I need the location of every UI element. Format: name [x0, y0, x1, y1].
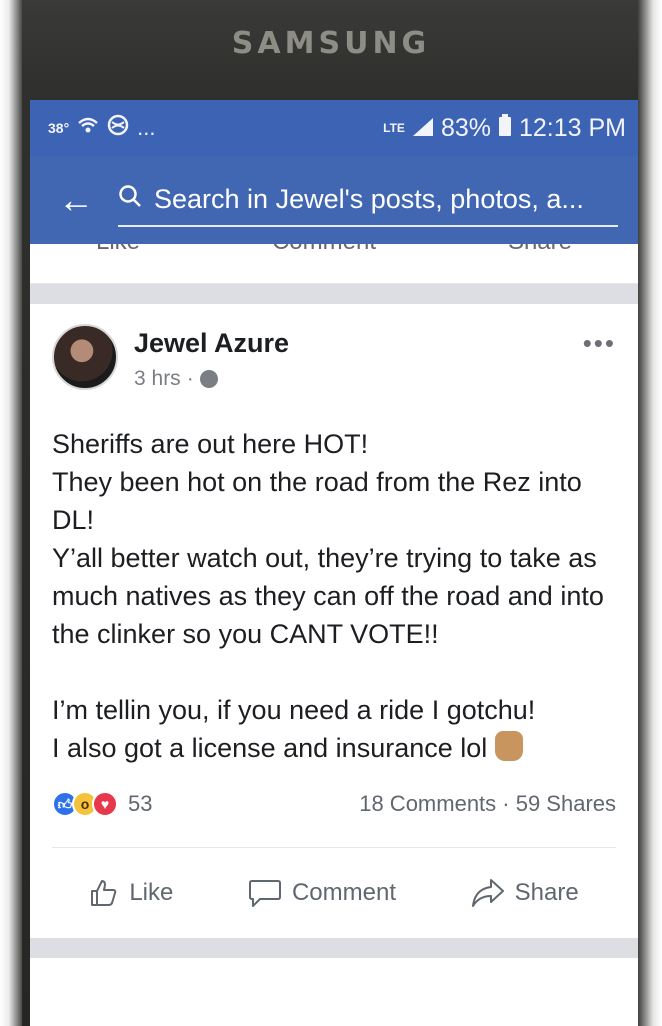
raised-fist-emoji-icon [495, 731, 524, 761]
post-paragraph: Sheriffs are out here HOT! They been hot… [52, 429, 604, 649]
app-notification-icon [107, 114, 129, 142]
author-name[interactable]: Jewel Azure [134, 328, 289, 359]
battery-percent: 83% [440, 113, 491, 142]
meta-separator: · [186, 367, 194, 390]
comment-bubble-icon [248, 877, 282, 909]
comment-button[interactable]: Comment [248, 877, 396, 909]
reaction-count: 53 [128, 791, 153, 816]
post-card: Jewel Azure 3 hrs · ••• Sheriffs are out… [30, 304, 638, 938]
reaction-summary[interactable]: 👍︎ o ♥ 53 [52, 791, 152, 817]
share-label: Share [514, 879, 579, 906]
more-options-icon[interactable]: ••• [583, 328, 616, 359]
comment-label: Comment [291, 879, 396, 906]
post-paragraph-2: I’m tellin you, if you need a ride I got… [52, 691, 616, 767]
share-arrow-icon [471, 878, 505, 908]
bezel-edge-left [0, 0, 22, 1026]
post-meta: 3 hrs · [134, 367, 289, 391]
phone-screen: 38° ... LTE 83% 12:13 PM ← Search in Jew… [30, 100, 638, 1026]
post-time[interactable]: 3 hrs [134, 367, 181, 391]
author-block: Jewel Azure 3 hrs · [134, 328, 289, 391]
reactions-row: 👍︎ o ♥ 53 18 Comments · 59 Shares [52, 791, 616, 848]
love-reaction-icon: ♥ [92, 791, 118, 817]
post-body: Sheriffs are out here HOT! They been hot… [52, 425, 616, 767]
previous-comment-button[interactable]: Comment [272, 244, 376, 256]
comments-shares-count[interactable]: 18 Comments · 59 Shares [359, 791, 616, 817]
search-header: ← Search in Jewel's posts, photos, a... [30, 156, 638, 244]
post-paragraph-2-text: I’m tellin you, if you need a ride I got… [52, 695, 536, 763]
clock: 12:13 PM [518, 113, 626, 142]
feed-separator-bottom [30, 938, 638, 958]
post-action-bar: Like Comment Share [52, 848, 616, 938]
globe-icon [199, 370, 218, 388]
previous-like-button[interactable]: Like [96, 244, 140, 256]
status-bar: 38° ... LTE 83% 12:13 PM [30, 100, 638, 156]
previous-share-button[interactable]: Share [508, 244, 572, 256]
post-header: Jewel Azure 3 hrs · ••• [52, 324, 616, 391]
previous-post-action-bar: Like Comment Share [30, 244, 638, 284]
avatar[interactable] [52, 324, 118, 390]
search-icon [118, 184, 142, 215]
signal-icon [412, 114, 433, 143]
search-placeholder: Search in Jewel's posts, photos, a... [154, 183, 584, 214]
thumbs-up-icon [89, 878, 119, 908]
device-brand-logo: SAMSUNG [231, 26, 431, 61]
like-label: Like [129, 879, 174, 906]
like-button[interactable]: Like [89, 878, 173, 908]
back-arrow-icon[interactable]: ← [58, 179, 118, 221]
search-input[interactable]: Search in Jewel's posts, photos, a... [118, 173, 618, 227]
share-button[interactable]: Share [471, 878, 579, 908]
battery-icon [498, 113, 511, 143]
bezel-edge-right [638, 0, 662, 1026]
wifi-icon [77, 115, 99, 141]
status-right: LTE 83% 12:13 PM [383, 113, 626, 143]
feed-separator [30, 284, 638, 304]
status-left: 38° ... [48, 114, 156, 142]
previous-post-actions: Like Comment Share [30, 244, 638, 256]
lte-indicator: LTE [383, 121, 405, 135]
temperature: 38° [48, 120, 70, 136]
more-notifications: ... [137, 115, 156, 140]
